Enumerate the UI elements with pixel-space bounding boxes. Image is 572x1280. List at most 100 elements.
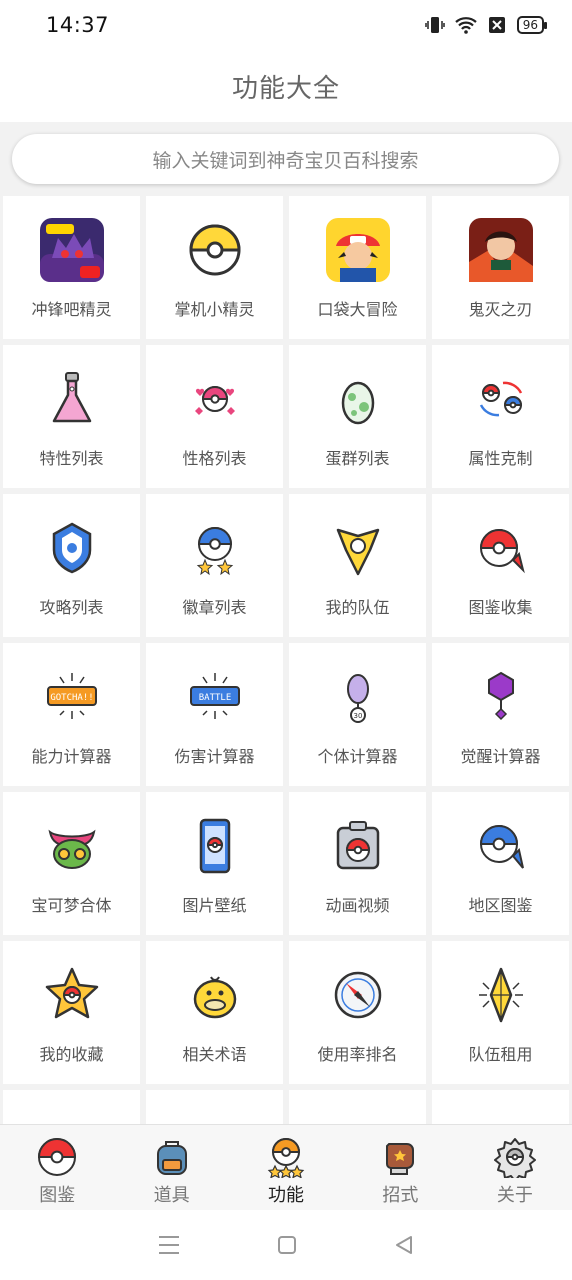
grid-item[interactable]: 队伍租用 (432, 941, 569, 1084)
boxing-glove-icon (378, 1135, 422, 1179)
shield-icon (40, 516, 104, 580)
pokeball-icon (35, 1135, 79, 1179)
grid-item-label: 相关术语 (182, 1045, 247, 1064)
grid-item-label: 鬼灭之刃 (468, 300, 533, 319)
grid-item-label: 我的队伍 (325, 598, 390, 617)
psyduck-icon (183, 963, 247, 1027)
grid-item[interactable]: 属性克制 (432, 345, 569, 488)
back-icon[interactable] (393, 1234, 415, 1256)
home-icon[interactable] (276, 1234, 298, 1256)
demon-slayer-app-icon (468, 218, 533, 282)
grid-item[interactable]: 我的收藏 (3, 941, 140, 1084)
wifi-icon (454, 17, 477, 34)
grid-item[interactable]: 特性列表 (3, 345, 140, 488)
tab-about[interactable]: 关于 (458, 1125, 572, 1210)
status-bar: 14:37 96 (0, 0, 572, 50)
grid-item[interactable]: 口袋大冒险 (289, 196, 426, 339)
gengar-app-icon (39, 218, 104, 282)
grid-item[interactable]: 攻略列表 (3, 494, 140, 637)
system-nav-bar (0, 1210, 572, 1280)
tab-functions[interactable]: 功能 (229, 1125, 343, 1210)
svg-text:GOTCHA!!: GOTCHA!! (50, 693, 93, 703)
grid-item[interactable]: 觉醒计算器 (432, 643, 569, 786)
tab-moves[interactable]: 招式 (343, 1125, 457, 1210)
tab-label: 关于 (496, 1185, 533, 1206)
vibrate-icon (424, 17, 445, 33)
tab-label: 图鉴 (39, 1185, 76, 1206)
page-header: 功能大全 (0, 50, 572, 122)
grid-item[interactable]: 图鉴收集 (432, 494, 569, 637)
grid-item[interactable]: 性格列表 (146, 345, 283, 488)
tab-pokedex[interactable]: 图鉴 (0, 1125, 114, 1210)
grid-item[interactable]: 掌机小精灵 (146, 196, 283, 339)
grid-item[interactable]: BATTLE 伤害计算器 (146, 643, 283, 786)
grid-item-label: 我的收藏 (39, 1045, 104, 1064)
svg-text:30: 30 (353, 712, 362, 720)
grid-item-label: 伤害计算器 (174, 747, 255, 766)
map-pin-icon (469, 814, 533, 878)
grid-item-label: 能力计算器 (31, 747, 112, 766)
cycle-pokeball-icon (469, 367, 533, 431)
tab-label: 道具 (153, 1185, 190, 1206)
grid-item-label: 掌机小精灵 (174, 300, 255, 319)
egg-icon (326, 367, 390, 431)
phone-icon (183, 814, 247, 878)
function-icon (264, 1135, 308, 1179)
grid-item-label: 性格列表 (182, 449, 247, 468)
grid-item-label: 冲锋吧精灵 (31, 300, 112, 319)
gotcha-icon: GOTCHA!! (40, 665, 104, 729)
grid-item-label: 觉醒计算器 (460, 747, 541, 766)
backpack-icon (150, 1135, 194, 1179)
gear-icon (493, 1135, 537, 1179)
grid-item-label: 攻略列表 (39, 598, 104, 617)
grid-item-label: 图片壁纸 (182, 896, 247, 915)
ash-app-icon (325, 218, 390, 282)
svg-text:BATTLE: BATTLE (198, 693, 231, 703)
grid-item-label: 队伍租用 (468, 1045, 533, 1064)
flask-icon (40, 367, 104, 431)
grid-item[interactable]: 徽章列表 (146, 494, 283, 637)
battery-indicator: 96 (516, 16, 548, 34)
search-input[interactable]: 输入关键词到神奇宝贝百科搜索 (12, 134, 559, 184)
crystal-icon (469, 665, 533, 729)
grid-item[interactable]: 图片壁纸 (146, 792, 283, 935)
diamond-icon (469, 963, 533, 1027)
grid-item-label: 蛋群列表 (325, 449, 390, 468)
badge-stars-icon (183, 516, 247, 580)
grid-item-label: 徽章列表 (182, 598, 247, 617)
team-emblem-icon (326, 516, 390, 580)
grid-item[interactable]: GOTCHA!! 能力计算器 (3, 643, 140, 786)
star-icon (40, 963, 104, 1027)
tab-items[interactable]: 道具 (114, 1125, 228, 1210)
grid-item-label: 地区图鉴 (468, 896, 533, 915)
grid-item[interactable]: 动画视频 (289, 792, 426, 935)
grid-item-label: 动画视频 (325, 896, 390, 915)
grid-item-label: 个体计算器 (317, 747, 398, 766)
menu-icon[interactable] (157, 1234, 181, 1256)
no-sim-icon (488, 17, 505, 33)
grid-item-label: 宝可梦合体 (31, 896, 112, 915)
grid-item-label: 图鉴收集 (468, 598, 533, 617)
yellow-pokeball-icon (183, 218, 247, 282)
grid-item[interactable]: 宝可梦合体 (3, 792, 140, 935)
grid-item[interactable]: 30 个体计算器 (289, 643, 426, 786)
grid-item[interactable]: 冲锋吧精灵 (3, 196, 140, 339)
hearts-pokeball-icon (183, 367, 247, 431)
grid-item[interactable]: 鬼灭之刃 (432, 196, 569, 339)
grid-item[interactable]: 我的队伍 (289, 494, 426, 637)
grid-item[interactable]: 相关术语 (146, 941, 283, 1084)
battle-icon: BATTLE (183, 665, 247, 729)
grid-item[interactable]: 蛋群列表 (289, 345, 426, 488)
compass-icon (326, 963, 390, 1027)
grid-item[interactable]: 地区图鉴 (432, 792, 569, 935)
grid-item-label: 属性克制 (468, 449, 533, 468)
bottom-tab-bar: 图鉴 道具 功能 招式 关于 (0, 1124, 572, 1210)
clock: 14:37 (46, 13, 110, 37)
egg-30-icon: 30 (326, 665, 390, 729)
grid-item-label: 口袋大冒险 (317, 300, 398, 319)
pokeball-pin-icon (469, 516, 533, 580)
page-title: 功能大全 (231, 73, 340, 104)
camera-icon (326, 814, 390, 878)
grid-item[interactable]: 使用率排名 (289, 941, 426, 1084)
grid-item-label: 特性列表 (39, 449, 104, 468)
